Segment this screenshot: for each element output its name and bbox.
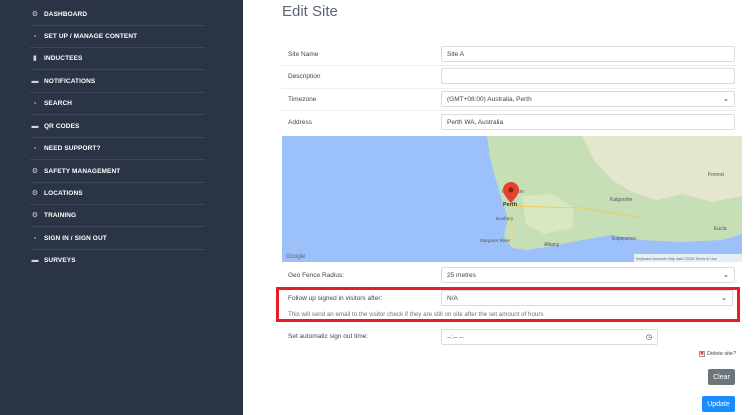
sidebar-item-label: DASHBOARD: [44, 10, 88, 18]
chat-icon: ▬: [31, 256, 39, 264]
sidebar-item-qr-codes[interactable]: ▬ QR CODES: [30, 115, 205, 137]
gear-icon: ⚙: [31, 212, 39, 219]
sidebar-item-label: SURVEYS: [44, 256, 76, 264]
gear-icon: ⚙: [31, 168, 39, 175]
map-place-esperance: Esperance: [612, 236, 636, 242]
sidebar-item-label: TRAINING: [44, 211, 77, 219]
update-button[interactable]: Update: [702, 396, 735, 412]
address-input[interactable]: Perth WA, Australia: [441, 114, 735, 130]
description-input[interactable]: [441, 68, 735, 84]
gear-icon: ⚙: [31, 11, 39, 18]
address-value: Perth WA, Australia: [447, 118, 504, 126]
delete-site-toggle[interactable]: ✖ Delete site?: [699, 351, 736, 357]
auto-signout-label: Set automatic sign out time:: [288, 333, 369, 340]
site-name-label: Site Name: [288, 51, 319, 58]
clear-button[interactable]: Clear: [708, 369, 735, 385]
sidebar-item-setup[interactable]: ▫ SET UP / MANAGE CONTENT: [30, 25, 205, 47]
map-footer: Keyboard shortcuts Map data ©2024 Terms …: [636, 257, 717, 261]
chat-icon: ▬: [31, 77, 39, 85]
map-place-kalgoorlie: Kalgoorlie: [610, 197, 632, 203]
map-place-albany: Albany: [544, 242, 560, 248]
sidebar-item-label: SEARCH: [44, 99, 73, 107]
follow-up-label: Follow up signed in visitors after:: [288, 295, 383, 302]
divider: [281, 65, 736, 66]
sidebar-item-inductees[interactable]: ▮ INDUCTEES: [30, 47, 205, 69]
sidebar-item-label: QR CODES: [44, 122, 80, 130]
chevron-down-icon: ⌄: [721, 295, 727, 302]
sidebar-item-locations[interactable]: ⚙ LOCATIONS: [30, 182, 205, 204]
sidebar-item-support[interactable]: ▫ NEED SUPPORT?: [30, 137, 205, 159]
follow-up-select[interactable]: N/A ⌄: [441, 290, 733, 306]
geofence-select[interactable]: 25 metres ⌄: [441, 267, 735, 283]
sidebar-item-search[interactable]: ▫ SEARCH: [30, 92, 205, 114]
page-title: Edit Site: [282, 3, 338, 20]
map-place-perth: Perth: [503, 202, 518, 208]
site-name-input[interactable]: Site A: [441, 46, 735, 62]
google-logo: Google: [286, 254, 306, 260]
chevron-down-icon: ⌄: [723, 96, 729, 103]
sidebar-item-label: SIGN IN / SIGN OUT: [44, 234, 107, 242]
address-label: Address: [288, 119, 312, 126]
document-icon: ▫: [33, 32, 37, 40]
map-place-margaret-river: Margaret River: [480, 238, 511, 243]
geofence-label: Geo Fence Radius:: [288, 272, 345, 279]
sidebar-item-label: NOTIFICATIONS: [44, 77, 96, 85]
auto-signout-value: --:-- --: [447, 333, 464, 341]
document-icon: ▫: [33, 144, 37, 152]
document-icon: ▫: [33, 234, 37, 242]
clock-icon: ◷: [645, 334, 652, 341]
map-place-forrest: Forrest: [708, 172, 724, 178]
description-label: Description: [288, 73, 321, 80]
timezone-value: (GMT+08:00) Australia, Perth: [447, 95, 532, 103]
person-icon: ▮: [33, 55, 37, 62]
follow-up-value: N/A: [447, 294, 458, 302]
timezone-select[interactable]: (GMT+08:00) Australia, Perth ⌄: [441, 91, 735, 107]
sidebar-item-label: LOCATIONS: [44, 189, 83, 197]
sidebar-item-notifications[interactable]: ▬ NOTIFICATIONS: [30, 70, 205, 92]
sidebar-item-label: SET UP / MANAGE CONTENT: [44, 32, 138, 40]
timezone-label: Timezone: [288, 96, 317, 103]
auto-signout-time-input[interactable]: --:-- -- ◷: [441, 329, 658, 345]
sidebar-item-training[interactable]: ⚙ TRAINING: [30, 204, 205, 226]
site-name-value: Site A: [447, 50, 464, 58]
sidebar-item-label: NEED SUPPORT?: [44, 144, 101, 152]
divider: [281, 110, 736, 111]
sidebar-item-surveys[interactable]: ▬ SURVEYS: [30, 249, 205, 271]
chevron-down-icon: ⌄: [723, 272, 729, 279]
sidebar-item-safety[interactable]: ⚙ SAFETY MANAGEMENT: [30, 160, 205, 182]
map-place-eucla: Eucla: [714, 226, 727, 232]
geofence-value: 25 metres: [447, 271, 476, 279]
sidebar-item-label: SAFETY MANAGEMENT: [44, 167, 121, 175]
sidebar-item-dashboard[interactable]: ⚙ DASHBOARD: [30, 3, 205, 25]
gear-icon: ⚙: [31, 190, 39, 197]
site-map[interactable]: Geraldton Perth Kalgoorlie Esperance Alb…: [282, 136, 742, 262]
sidebar: ⚙ DASHBOARD ▫ SET UP / MANAGE CONTENT ▮ IND…: [0, 0, 243, 415]
delete-checkbox[interactable]: ✖: [699, 351, 705, 357]
delete-site-label: Delete site?: [707, 351, 737, 357]
map-place-bunbury: Bunbury: [496, 216, 514, 221]
document-icon: ▫: [33, 99, 37, 107]
chat-icon: ▬: [31, 122, 39, 130]
sidebar-item-label: INDUCTEES: [44, 54, 83, 62]
sidebar-item-sign-in-out[interactable]: ▫ SIGN IN / SIGN OUT: [30, 227, 205, 249]
divider: [281, 88, 736, 89]
follow-up-note: This will send an email to the visitor c…: [288, 311, 544, 318]
map-graphic: Geraldton Perth Kalgoorlie Esperance Alb…: [282, 136, 742, 262]
